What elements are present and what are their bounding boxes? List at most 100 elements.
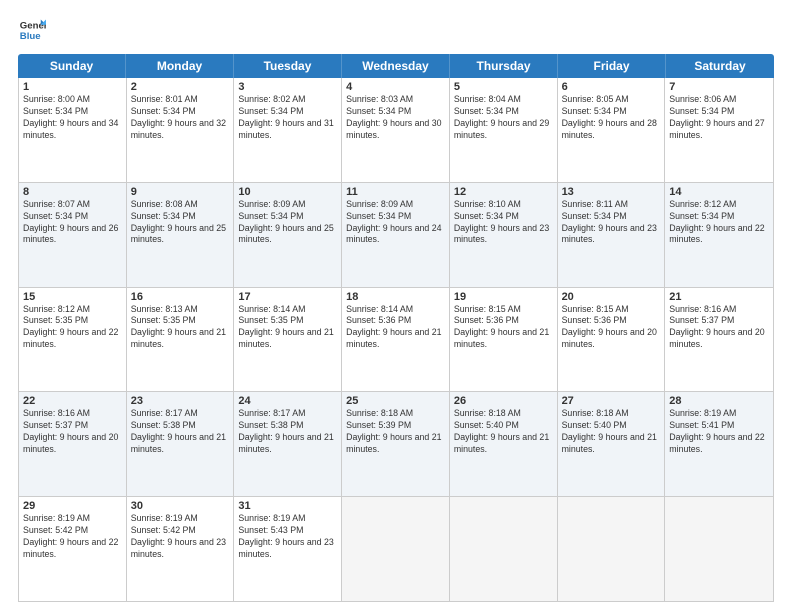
header-day-thursday: Thursday	[450, 54, 558, 78]
calendar-cell	[450, 497, 558, 601]
cell-text: Sunrise: 8:19 AMSunset: 5:42 PMDaylight:…	[23, 513, 122, 561]
calendar-cell: 25Sunrise: 8:18 AMSunset: 5:39 PMDayligh…	[342, 392, 450, 496]
day-number: 31	[238, 500, 337, 512]
header-day-monday: Monday	[126, 54, 234, 78]
header: General Blue	[18, 16, 774, 44]
cell-text: Sunrise: 8:18 AMSunset: 5:40 PMDaylight:…	[562, 408, 661, 456]
day-number: 10	[238, 186, 337, 198]
day-number: 16	[131, 291, 230, 303]
day-number: 22	[23, 395, 122, 407]
calendar-cell: 8Sunrise: 8:07 AMSunset: 5:34 PMDaylight…	[19, 183, 127, 287]
calendar-week-2: 8Sunrise: 8:07 AMSunset: 5:34 PMDaylight…	[19, 183, 773, 288]
day-number: 2	[131, 81, 230, 93]
calendar-week-5: 29Sunrise: 8:19 AMSunset: 5:42 PMDayligh…	[19, 497, 773, 601]
calendar-week-3: 15Sunrise: 8:12 AMSunset: 5:35 PMDayligh…	[19, 288, 773, 393]
calendar-cell: 17Sunrise: 8:14 AMSunset: 5:35 PMDayligh…	[234, 288, 342, 392]
cell-text: Sunrise: 8:09 AMSunset: 5:34 PMDaylight:…	[346, 199, 445, 247]
cell-text: Sunrise: 8:17 AMSunset: 5:38 PMDaylight:…	[131, 408, 230, 456]
cell-text: Sunrise: 8:14 AMSunset: 5:36 PMDaylight:…	[346, 304, 445, 352]
day-number: 20	[562, 291, 661, 303]
cell-text: Sunrise: 8:12 AMSunset: 5:34 PMDaylight:…	[669, 199, 769, 247]
day-number: 29	[23, 500, 122, 512]
day-number: 9	[131, 186, 230, 198]
cell-text: Sunrise: 8:13 AMSunset: 5:35 PMDaylight:…	[131, 304, 230, 352]
cell-text: Sunrise: 8:11 AMSunset: 5:34 PMDaylight:…	[562, 199, 661, 247]
calendar-body: 1Sunrise: 8:00 AMSunset: 5:34 PMDaylight…	[18, 78, 774, 602]
cell-text: Sunrise: 8:12 AMSunset: 5:35 PMDaylight:…	[23, 304, 122, 352]
cell-text: Sunrise: 8:19 AMSunset: 5:42 PMDaylight:…	[131, 513, 230, 561]
calendar-cell: 16Sunrise: 8:13 AMSunset: 5:35 PMDayligh…	[127, 288, 235, 392]
cell-text: Sunrise: 8:05 AMSunset: 5:34 PMDaylight:…	[562, 94, 661, 142]
calendar-cell: 27Sunrise: 8:18 AMSunset: 5:40 PMDayligh…	[558, 392, 666, 496]
calendar-cell: 20Sunrise: 8:15 AMSunset: 5:36 PMDayligh…	[558, 288, 666, 392]
cell-text: Sunrise: 8:15 AMSunset: 5:36 PMDaylight:…	[562, 304, 661, 352]
day-number: 1	[23, 81, 122, 93]
calendar-cell: 9Sunrise: 8:08 AMSunset: 5:34 PMDaylight…	[127, 183, 235, 287]
day-number: 17	[238, 291, 337, 303]
calendar-cell: 13Sunrise: 8:11 AMSunset: 5:34 PMDayligh…	[558, 183, 666, 287]
header-day-wednesday: Wednesday	[342, 54, 450, 78]
cell-text: Sunrise: 8:18 AMSunset: 5:39 PMDaylight:…	[346, 408, 445, 456]
cell-text: Sunrise: 8:02 AMSunset: 5:34 PMDaylight:…	[238, 94, 337, 142]
cell-text: Sunrise: 8:16 AMSunset: 5:37 PMDaylight:…	[669, 304, 769, 352]
day-number: 3	[238, 81, 337, 93]
calendar-cell: 2Sunrise: 8:01 AMSunset: 5:34 PMDaylight…	[127, 78, 235, 182]
calendar-cell: 10Sunrise: 8:09 AMSunset: 5:34 PMDayligh…	[234, 183, 342, 287]
cell-text: Sunrise: 8:01 AMSunset: 5:34 PMDaylight:…	[131, 94, 230, 142]
calendar-cell: 31Sunrise: 8:19 AMSunset: 5:43 PMDayligh…	[234, 497, 342, 601]
calendar-cell: 30Sunrise: 8:19 AMSunset: 5:42 PMDayligh…	[127, 497, 235, 601]
calendar-cell: 21Sunrise: 8:16 AMSunset: 5:37 PMDayligh…	[665, 288, 773, 392]
cell-text: Sunrise: 8:19 AMSunset: 5:41 PMDaylight:…	[669, 408, 769, 456]
header-day-tuesday: Tuesday	[234, 54, 342, 78]
cell-text: Sunrise: 8:08 AMSunset: 5:34 PMDaylight:…	[131, 199, 230, 247]
calendar-cell: 28Sunrise: 8:19 AMSunset: 5:41 PMDayligh…	[665, 392, 773, 496]
day-number: 19	[454, 291, 553, 303]
calendar-cell	[558, 497, 666, 601]
calendar-cell: 14Sunrise: 8:12 AMSunset: 5:34 PMDayligh…	[665, 183, 773, 287]
cell-text: Sunrise: 8:17 AMSunset: 5:38 PMDaylight:…	[238, 408, 337, 456]
day-number: 27	[562, 395, 661, 407]
calendar-cell	[665, 497, 773, 601]
calendar-cell: 5Sunrise: 8:04 AMSunset: 5:34 PMDaylight…	[450, 78, 558, 182]
day-number: 26	[454, 395, 553, 407]
calendar-week-1: 1Sunrise: 8:00 AMSunset: 5:34 PMDaylight…	[19, 78, 773, 183]
day-number: 11	[346, 186, 445, 198]
day-number: 14	[669, 186, 769, 198]
day-number: 23	[131, 395, 230, 407]
calendar-cell	[342, 497, 450, 601]
calendar-cell: 11Sunrise: 8:09 AMSunset: 5:34 PMDayligh…	[342, 183, 450, 287]
cell-text: Sunrise: 8:19 AMSunset: 5:43 PMDaylight:…	[238, 513, 337, 561]
cell-text: Sunrise: 8:09 AMSunset: 5:34 PMDaylight:…	[238, 199, 337, 247]
logo-icon: General Blue	[18, 16, 46, 44]
calendar-cell: 29Sunrise: 8:19 AMSunset: 5:42 PMDayligh…	[19, 497, 127, 601]
day-number: 8	[23, 186, 122, 198]
day-number: 4	[346, 81, 445, 93]
cell-text: Sunrise: 8:15 AMSunset: 5:36 PMDaylight:…	[454, 304, 553, 352]
calendar-header: SundayMondayTuesdayWednesdayThursdayFrid…	[18, 54, 774, 78]
cell-text: Sunrise: 8:03 AMSunset: 5:34 PMDaylight:…	[346, 94, 445, 142]
day-number: 25	[346, 395, 445, 407]
day-number: 28	[669, 395, 769, 407]
cell-text: Sunrise: 8:10 AMSunset: 5:34 PMDaylight:…	[454, 199, 553, 247]
calendar-cell: 23Sunrise: 8:17 AMSunset: 5:38 PMDayligh…	[127, 392, 235, 496]
day-number: 7	[669, 81, 769, 93]
logo: General Blue	[18, 16, 46, 44]
calendar-cell: 22Sunrise: 8:16 AMSunset: 5:37 PMDayligh…	[19, 392, 127, 496]
calendar-cell: 7Sunrise: 8:06 AMSunset: 5:34 PMDaylight…	[665, 78, 773, 182]
header-day-saturday: Saturday	[666, 54, 774, 78]
header-day-sunday: Sunday	[18, 54, 126, 78]
cell-text: Sunrise: 8:00 AMSunset: 5:34 PMDaylight:…	[23, 94, 122, 142]
calendar-cell: 1Sunrise: 8:00 AMSunset: 5:34 PMDaylight…	[19, 78, 127, 182]
calendar-week-4: 22Sunrise: 8:16 AMSunset: 5:37 PMDayligh…	[19, 392, 773, 497]
day-number: 18	[346, 291, 445, 303]
cell-text: Sunrise: 8:04 AMSunset: 5:34 PMDaylight:…	[454, 94, 553, 142]
calendar-cell: 4Sunrise: 8:03 AMSunset: 5:34 PMDaylight…	[342, 78, 450, 182]
calendar-cell: 18Sunrise: 8:14 AMSunset: 5:36 PMDayligh…	[342, 288, 450, 392]
day-number: 30	[131, 500, 230, 512]
calendar-cell: 15Sunrise: 8:12 AMSunset: 5:35 PMDayligh…	[19, 288, 127, 392]
calendar: SundayMondayTuesdayWednesdayThursdayFrid…	[18, 54, 774, 602]
day-number: 24	[238, 395, 337, 407]
header-day-friday: Friday	[558, 54, 666, 78]
cell-text: Sunrise: 8:18 AMSunset: 5:40 PMDaylight:…	[454, 408, 553, 456]
day-number: 5	[454, 81, 553, 93]
